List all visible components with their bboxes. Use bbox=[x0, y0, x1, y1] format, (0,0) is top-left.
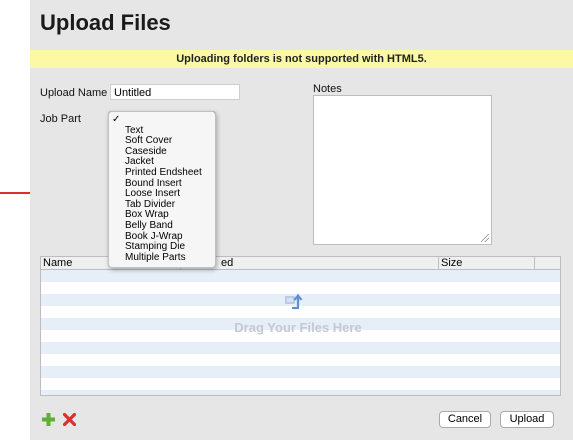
upload-dialog: Upload Files Uploading folders is not su… bbox=[30, 0, 573, 440]
upload-cloud-icon bbox=[285, 293, 303, 310]
drop-zone-text: Drag Your Files Here bbox=[234, 320, 362, 335]
upload-name-label: Upload Name bbox=[40, 87, 108, 99]
upload-name-input[interactable]: Untitled bbox=[110, 84, 240, 100]
dropdown-selected-row[interactable]: ✓ bbox=[109, 114, 215, 126]
job-part-option[interactable]: Multiple Parts bbox=[109, 252, 215, 264]
job-part-label: Job Part bbox=[40, 113, 81, 125]
notes-textarea[interactable] bbox=[313, 95, 492, 245]
column-modified[interactable]: ed bbox=[181, 257, 439, 269]
upload-button[interactable]: Upload bbox=[500, 411, 554, 428]
notes-label: Notes bbox=[313, 83, 342, 95]
add-icon[interactable] bbox=[42, 413, 55, 426]
remove-icon[interactable] bbox=[63, 413, 76, 426]
column-size[interactable]: Size bbox=[439, 257, 535, 269]
html5-warning-banner: Uploading folders is not supported with … bbox=[30, 50, 573, 68]
resize-grip-icon[interactable] bbox=[481, 234, 489, 242]
job-part-option[interactable]: Printed Endsheet bbox=[109, 167, 215, 179]
dialog-title: Upload Files bbox=[40, 10, 171, 35]
job-part-dropdown-menu: ✓ Text Soft Cover Caseside Jacket Printed End… bbox=[108, 111, 216, 269]
check-icon: ✓ bbox=[112, 114, 121, 125]
job-part-option[interactable]: Belly Band bbox=[109, 220, 215, 232]
cancel-button[interactable]: Cancel bbox=[439, 411, 491, 428]
